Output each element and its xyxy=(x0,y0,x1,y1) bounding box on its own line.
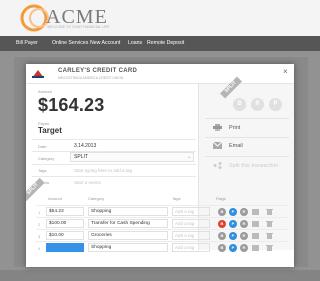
category-label: Category xyxy=(38,156,55,161)
chevron-down-icon[interactable]: ⌄ xyxy=(187,154,191,160)
trash-icon[interactable] xyxy=(266,233,273,239)
split-tag-placeholder: Add a tag xyxy=(175,221,195,226)
status-button-r[interactable]: R xyxy=(251,98,264,111)
flag-b[interactable]: B xyxy=(218,220,226,228)
category-value: SPLIT xyxy=(74,154,88,160)
split-amount-input-active[interactable] xyxy=(46,243,84,252)
brand-tagline: WELCOME TO YOUR FINANCIAL LIFE xyxy=(47,25,110,29)
trash-icon[interactable] xyxy=(266,245,273,251)
split-category: Shopping xyxy=(91,209,112,214)
memo-input[interactable]: Start a memo xyxy=(74,180,101,185)
modal-header: CARLEY'S CREDIT CARD MEA ESTRADA AMERICA… xyxy=(26,64,294,84)
trash-icon[interactable] xyxy=(266,221,273,227)
table-row: 3 $10.00 Groceries Add a tag B P R xyxy=(36,229,288,241)
flag-b[interactable]: B xyxy=(218,208,226,216)
col-tags-header: Tags xyxy=(172,196,181,201)
nav-bill-payer[interactable]: Bill Payer xyxy=(16,40,38,46)
account-subtitle: MEA ESTRADA AMERICA CREDIT UNION xyxy=(58,76,124,80)
flag-r[interactable]: R xyxy=(240,244,248,252)
divider xyxy=(205,156,289,157)
transaction-modal: CARLEY'S CREDIT CARD MEA ESTRADA AMERICA… xyxy=(26,64,294,267)
nav-loans[interactable]: Loans xyxy=(128,40,142,46)
date-field[interactable]: 3.14.2013 xyxy=(74,143,96,149)
row-number: 3 xyxy=(38,234,41,239)
split-category: Transfer for Cash Spending xyxy=(91,221,150,226)
divider xyxy=(32,139,196,140)
flag-p[interactable]: P xyxy=(229,244,237,252)
row-number: 4 xyxy=(38,246,41,251)
close-icon[interactable]: × xyxy=(283,67,288,76)
split-tag-placeholder: Add a tag xyxy=(175,209,195,214)
flag-p[interactable]: P xyxy=(229,208,237,216)
table-row: 4 Shopping Add a tag B P R xyxy=(36,241,288,253)
amount-value[interactable]: $164.23 xyxy=(38,95,104,116)
flag-r[interactable]: R xyxy=(240,220,248,228)
category-select[interactable] xyxy=(70,152,194,162)
tags-input[interactable]: Start typing here to add a tag xyxy=(74,168,132,173)
flag-r[interactable]: R xyxy=(240,208,248,216)
split-tag-placeholder: Add a tag xyxy=(175,245,195,250)
flag-b[interactable]: B xyxy=(218,244,226,252)
split-category: Shopping xyxy=(91,245,112,250)
flag-r[interactable]: R xyxy=(240,232,248,240)
image-icon[interactable] xyxy=(252,209,259,215)
flag-p[interactable]: P xyxy=(229,220,237,228)
row-number: 1 xyxy=(38,210,41,215)
share-icon xyxy=(213,162,222,169)
image-icon[interactable] xyxy=(252,233,259,239)
split-amount: $54.23 xyxy=(49,209,64,214)
divider xyxy=(32,176,196,177)
tags-label: Tags xyxy=(38,168,47,173)
row-number: 2 xyxy=(38,222,41,227)
header-bar: ACME WELCOME TO YOUR FINANCIAL LIFE xyxy=(0,0,320,36)
account-title: CARLEY'S CREDIT CARD xyxy=(58,68,138,74)
split-action[interactable]: Split this transaction xyxy=(229,163,278,169)
flag-p[interactable]: P xyxy=(229,232,237,240)
main-nav: Bill Payer Online Services New Account L… xyxy=(0,36,320,51)
nav-remote-deposit[interactable]: Remote Deposit xyxy=(147,40,184,46)
payee-value[interactable]: Target xyxy=(38,126,62,135)
email-action[interactable]: Email xyxy=(229,143,243,149)
split-amount: $100.00 xyxy=(49,221,67,226)
nav-online-services[interactable]: Online Services xyxy=(52,40,88,46)
divider xyxy=(205,118,289,119)
image-icon[interactable] xyxy=(252,221,259,227)
image-icon[interactable] xyxy=(252,245,259,251)
amount-label: Amount xyxy=(38,89,52,94)
flag-b[interactable]: B xyxy=(218,232,226,240)
status-button-b[interactable]: B xyxy=(233,98,246,111)
table-row: 2 $100.00 Transfer for Cash Spending Add… xyxy=(36,217,288,229)
col-amount-header: Amount xyxy=(48,196,62,201)
date-label: Date xyxy=(38,144,47,149)
trash-icon[interactable] xyxy=(266,209,273,215)
split-category: Groceries xyxy=(91,233,112,238)
col-flags-header: Flags xyxy=(216,196,226,201)
status-button-p[interactable]: P xyxy=(269,98,282,111)
bank-logo-icon xyxy=(32,70,44,78)
email-icon xyxy=(213,142,222,149)
printer-icon xyxy=(213,124,222,131)
divider xyxy=(32,164,196,165)
table-row: 1 $54.23 Shopping Add a tag B P R xyxy=(36,205,288,217)
split-amount: $10.00 xyxy=(49,233,64,238)
split-tag-placeholder: Add a tag xyxy=(175,233,195,238)
divider xyxy=(205,137,289,138)
print-action[interactable]: Print xyxy=(229,125,240,131)
nav-new-account[interactable]: New Account xyxy=(90,40,120,46)
col-category-header: Category xyxy=(88,196,105,201)
